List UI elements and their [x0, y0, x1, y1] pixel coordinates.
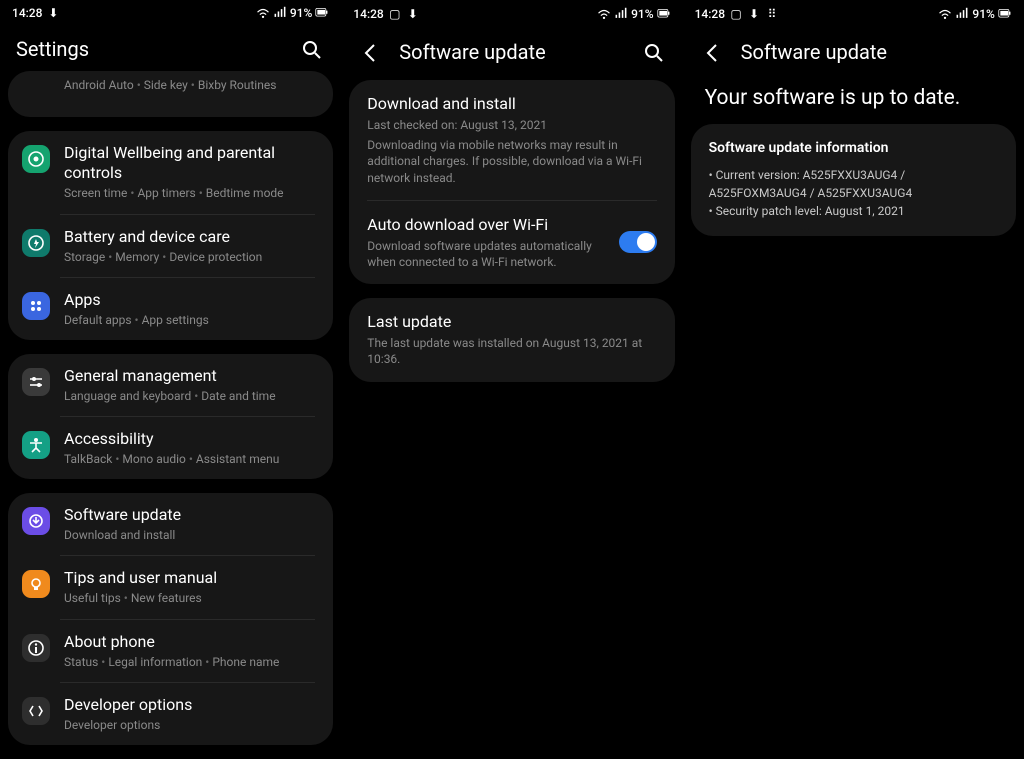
page-title: Software update [741, 40, 1008, 64]
tips-icon [22, 570, 50, 598]
settings-group: Digital Wellbeing and parental controls S… [8, 131, 333, 340]
wifi-icon [256, 6, 270, 20]
battery-text: 91% [972, 7, 994, 21]
auto-download-row[interactable]: Auto download over Wi-Fi Download softwa… [349, 201, 674, 284]
search-button[interactable] [297, 35, 325, 63]
row-sub: Language and keyboardDate and time [64, 388, 319, 404]
row-sub: The last update was installed on August … [367, 335, 656, 367]
signal-icon [273, 6, 287, 20]
row-sub: Developer options [64, 717, 319, 733]
auto-download-toggle[interactable] [619, 231, 657, 253]
software-update-panel: 14:28 ▢ ⬇ 91% Software update Download a… [341, 0, 682, 759]
settings-row[interactable]: Digital Wellbeing and parental controls S… [8, 131, 333, 213]
su-card-last: Last update The last update was installe… [349, 298, 674, 381]
row-title: Apps [64, 290, 319, 310]
settings-row[interactable]: Android AutoSide keyBixby Routines [8, 71, 333, 117]
su-card-main: Download and install Last checked on: Au… [349, 80, 674, 284]
row-sub: Downloading via mobile networks may resu… [367, 137, 656, 186]
row-title: Battery and device care [64, 227, 319, 247]
grid-icon: ⠿ [765, 7, 779, 21]
row-sub: Last checked on: August 13, 2021 [367, 117, 656, 133]
settings-row[interactable]: Tips and user manual Useful tipsNew featu… [8, 556, 333, 618]
screenshot-icon: ▢ [388, 7, 402, 21]
settings-list: Android AutoSide keyBixby Routines Digita… [0, 77, 341, 759]
download-install-row[interactable]: Download and install Last checked on: Au… [349, 80, 674, 200]
signal-icon [955, 7, 969, 21]
settings-header: Settings [0, 25, 341, 77]
row-sub: Android AutoSide keyBixby Routines [64, 77, 319, 93]
row-sub: Download and install [64, 527, 319, 543]
info-icon [22, 634, 50, 662]
status-time: 14:28 [12, 6, 42, 20]
row-title: Download and install [367, 94, 656, 113]
search-button[interactable] [639, 38, 667, 66]
software-update-result-panel: 14:28 ▢ ⬇ ⠿ 91% Software update Your sof… [683, 0, 1024, 759]
download-icon: ⬇ [46, 6, 60, 20]
screenshot-icon: ▢ [729, 7, 743, 21]
settings-row[interactable]: Software update Download and install [8, 493, 333, 555]
row-sub: Default appsApp settings [64, 312, 319, 328]
row-title: General management [64, 366, 319, 386]
last-update-row[interactable]: Last update The last update was installe… [349, 298, 674, 381]
row-sub: TalkBackMono audioAssistant menu [64, 451, 319, 467]
back-button[interactable] [699, 38, 727, 66]
row-sub: StatusLegal informationPhone name [64, 654, 319, 670]
up-to-date-message: Your software is up to date. [683, 80, 1024, 124]
settings-row[interactable]: Developer options Developer options [8, 683, 333, 745]
settings-row[interactable]: Battery and device care StorageMemoryDevi… [8, 215, 333, 277]
settings-row[interactable]: About phone StatusLegal informationPhone … [8, 620, 333, 682]
dev-icon [22, 697, 50, 725]
settings-group: Android AutoSide keyBixby Routines [8, 71, 333, 117]
wifi-icon [597, 7, 611, 21]
row-title: Software update [64, 505, 319, 525]
settings-group: General management Language and keyboardD… [8, 354, 333, 479]
battery-icon [315, 6, 329, 20]
accessibility-icon [22, 431, 50, 459]
back-button[interactable] [357, 38, 385, 66]
battery-icon [657, 7, 671, 21]
download-icon: ⬇ [747, 7, 761, 21]
row-sub: StorageMemoryDevice protection [64, 249, 319, 265]
row-title: Accessibility [64, 429, 319, 449]
settings-row[interactable]: Apps Default appsApp settings [8, 278, 333, 340]
sliders-icon [22, 368, 50, 396]
battery-text: 91% [290, 6, 312, 20]
row-title: Last update [367, 312, 656, 331]
status-bar: 14:28 ▢ ⬇ 91% [341, 0, 682, 28]
row-sub: Useful tipsNew features [64, 590, 319, 606]
battery-text: 91% [631, 7, 653, 21]
row-title: About phone [64, 632, 319, 652]
download-icon: ⬇ [406, 7, 420, 21]
su-header: Software update [341, 28, 682, 80]
su-header: Software update [683, 28, 1024, 80]
settings-row[interactable]: Accessibility TalkBackMono audioAssistant… [8, 417, 333, 479]
settings-row[interactable]: General management Language and keyboardD… [8, 354, 333, 416]
info-line: Current version: A525FXXU3AUG4 / A525FOX… [709, 166, 998, 202]
settings-panel: 14:28 ⬇ 91% Settings Android AutoSide ke… [0, 0, 341, 759]
settings-group: Software update Download and install Tips … [8, 493, 333, 745]
signal-icon [614, 7, 628, 21]
battery-icon [998, 7, 1012, 21]
row-title: Developer options [64, 695, 319, 715]
status-time: 14:28 [353, 7, 383, 21]
row-title: Digital Wellbeing and parental controls [64, 143, 319, 183]
status-time: 14:28 [695, 7, 725, 21]
wellbeing-icon [22, 145, 50, 173]
page-title: Software update [399, 40, 624, 64]
battery-icon [22, 229, 50, 257]
row-title: Tips and user manual [64, 568, 319, 588]
row-title: Auto download over Wi-Fi [367, 215, 608, 234]
update-info-card: Software update information Current vers… [691, 124, 1016, 236]
status-bar: 14:28 ▢ ⬇ ⠿ 91% [683, 0, 1024, 28]
apps-icon [22, 292, 50, 320]
info-line: Security patch level: August 1, 2021 [709, 202, 998, 220]
update-icon [22, 507, 50, 535]
row-sub: Screen timeApp timersBedtime mode [64, 185, 319, 201]
wifi-icon [938, 7, 952, 21]
row-sub: Download software updates automatically … [367, 238, 608, 270]
status-bar: 14:28 ⬇ 91% [0, 0, 341, 25]
page-title: Settings [16, 37, 283, 61]
info-title: Software update information [709, 140, 998, 156]
